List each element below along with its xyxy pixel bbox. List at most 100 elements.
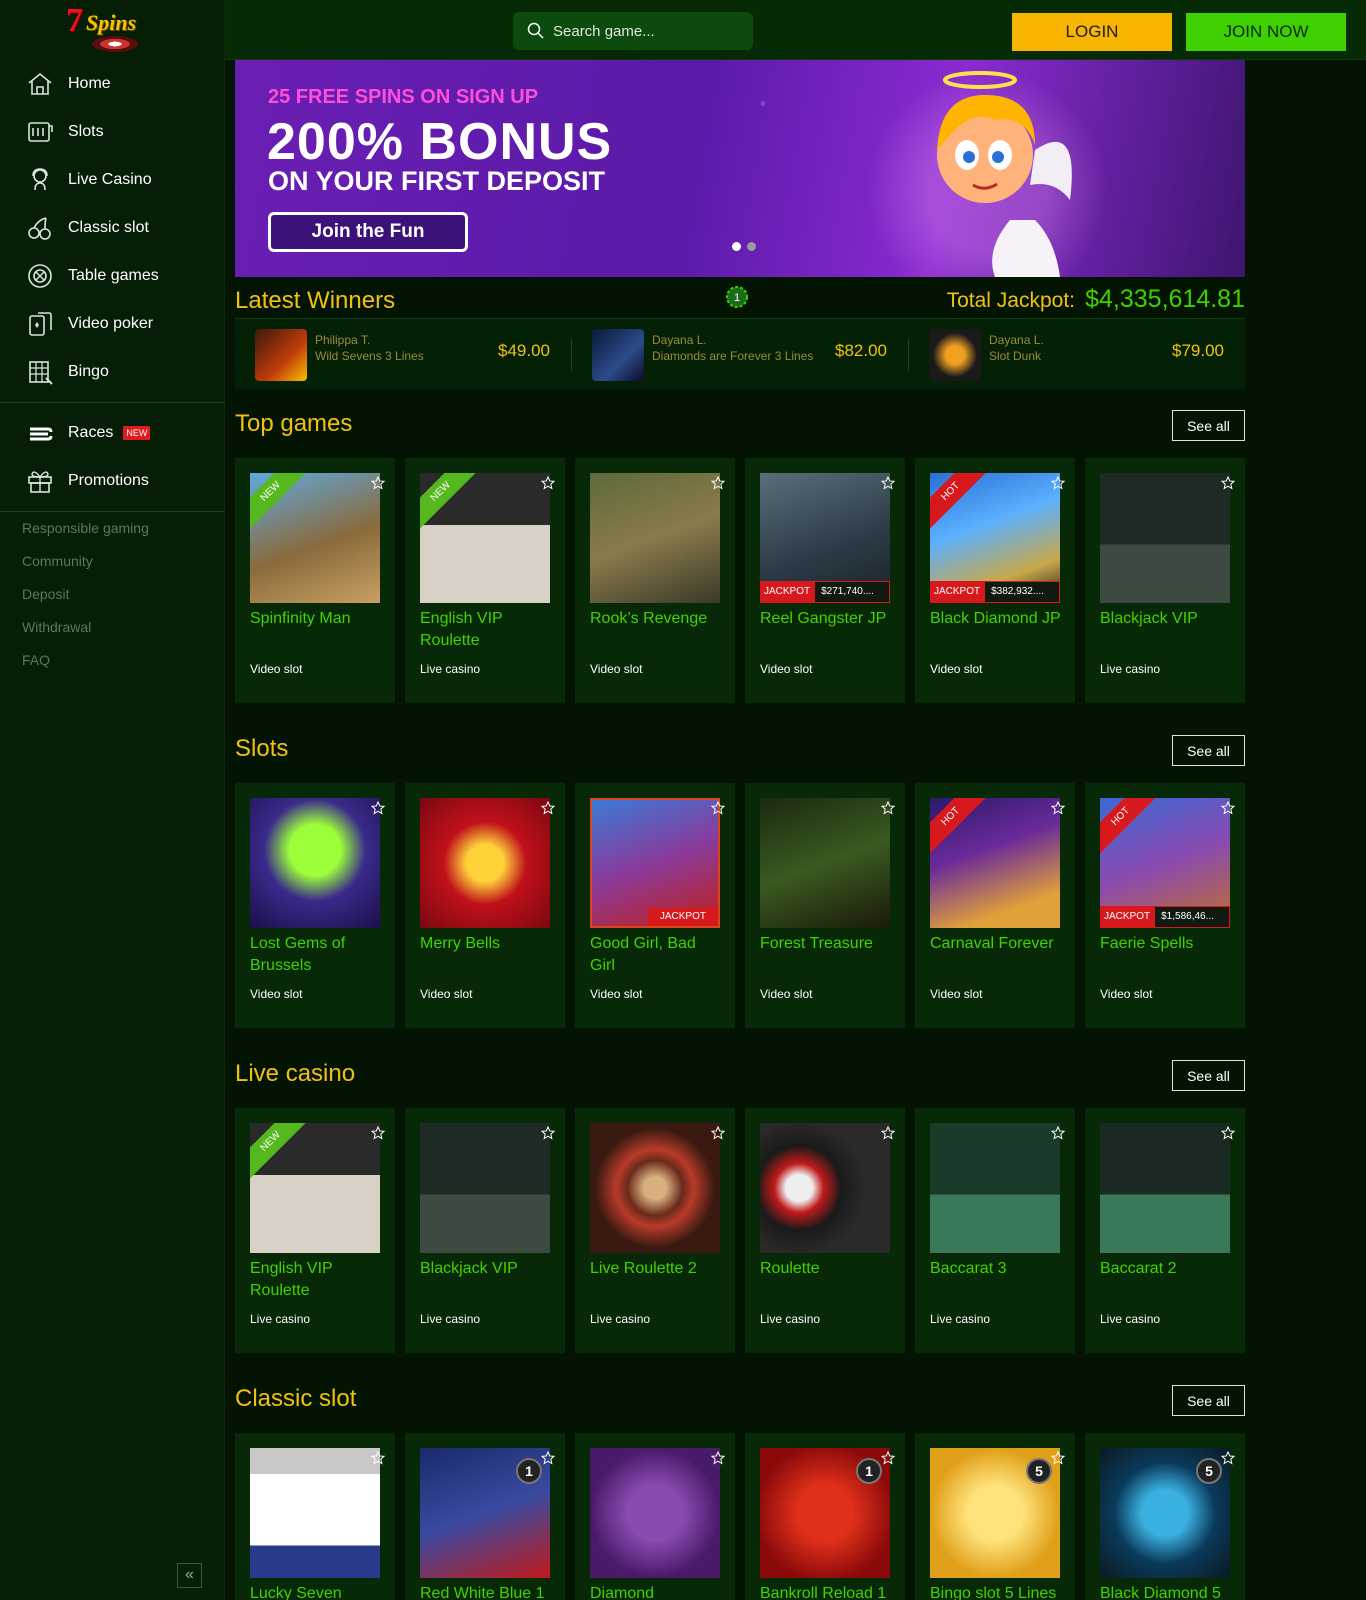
favorite-star-icon[interactable] [1051,1451,1065,1465]
see-all-button[interactable]: See all [1172,1385,1245,1416]
search-input[interactable] [553,22,733,40]
sidebar-item-video-poker[interactable]: Video poker [0,300,225,348]
favorite-star-icon[interactable] [541,801,555,815]
favorite-star-icon[interactable] [1221,1451,1235,1465]
game-category: Video slot [1100,987,1153,1001]
jackpot-label: JACKPOT [930,581,985,603]
carousel-dot[interactable] [747,242,756,251]
new-ribbon: NEW [250,1123,311,1182]
favorite-star-icon[interactable] [371,1451,385,1465]
favorite-star-icon[interactable] [1051,1126,1065,1140]
banner-tagline: ON YOUR FIRST DEPOSIT [268,166,606,196]
link-community[interactable]: Community [22,553,149,569]
login-button[interactable]: LOGIN [1012,13,1172,51]
favorite-star-icon[interactable] [371,476,385,490]
favorite-star-icon[interactable] [1221,1126,1235,1140]
link-responsible-gaming[interactable]: Responsible gaming [22,520,149,536]
sidebar-item-promotions[interactable]: Promotions [0,457,225,505]
carousel-dot-active[interactable] [732,242,741,251]
favorite-star-icon[interactable] [1051,476,1065,490]
game-card[interactable]: Forest Treasure Video slot [745,783,905,1028]
collapse-sidebar-button[interactable]: « [177,1563,202,1588]
favorite-star-icon[interactable] [1051,801,1065,815]
game-card[interactable]: HOT JACKPOT $382,932.... Black Diamond JP… [915,458,1075,703]
favorite-star-icon[interactable] [541,1126,555,1140]
sidebar-item-live-casino[interactable]: Live Casino [0,156,225,204]
game-card[interactable]: Merry Bells Video slot [405,783,565,1028]
game-card[interactable]: NEW English VIP Roulette Live casino [405,458,565,703]
link-deposit[interactable]: Deposit [22,586,149,602]
game-card[interactable]: NEW Spinfinity Man Video slot [235,458,395,703]
favorite-star-icon[interactable] [881,476,895,490]
svg-text:1: 1 [734,292,740,304]
favorite-star-icon[interactable] [541,1451,555,1465]
game-card[interactable]: HOT JACKPOT $1,586,46... Faerie Spells Vi… [1085,783,1245,1028]
game-card[interactable]: Blackjack VIP Live casino [405,1108,565,1353]
game-title: Lost Gems of Brussels [250,935,346,974]
game-card[interactable]: Blackjack VIP Live casino [1085,458,1245,703]
game-card[interactable]: JACKPOT Good Girl, Bad Girl Video slot [575,783,735,1028]
favorite-star-icon[interactable] [371,1126,385,1140]
game-title: Blackjack VIP [1100,610,1198,627]
hot-ribbon: HOT [930,473,991,532]
sidebar-item-label: Promotions [68,472,149,489]
carousel-dots [732,242,756,251]
sidebar-item-table-games[interactable]: Table games [0,252,225,300]
favorite-star-icon[interactable] [881,1126,895,1140]
game-card[interactable]: NEW English VIP Roulette Live casino [235,1108,395,1353]
game-card[interactable]: Baccarat 3 Live casino [915,1108,1075,1353]
game-card[interactable]: JACKPOT $271,740.... Reel Gangster JP Vid… [745,458,905,703]
game-title: Reel Gangster JP [760,610,887,627]
game-category: Video slot [250,987,303,1001]
favorite-star-icon[interactable] [711,1126,725,1140]
search-box[interactable] [513,12,753,50]
favorite-star-icon[interactable] [371,801,385,815]
favorite-star-icon[interactable] [711,801,725,815]
game-card[interactable]: Roulette Live casino [745,1108,905,1353]
join-the-fun-button[interactable]: Join the Fun [268,212,468,252]
game-card[interactable]: 1 Red White Blue 1 [405,1433,565,1600]
game-card[interactable]: Live Roulette 2 Live casino [575,1108,735,1353]
favorite-star-icon[interactable] [1221,476,1235,490]
favorite-star-icon[interactable] [541,476,555,490]
sidebar-item-races[interactable]: Races NEW [0,409,225,457]
slots-icon [28,122,53,142]
promo-banner[interactable]: 25 FREE SPINS ON SIGN UP 200% BONUS ON Y… [235,60,1245,277]
link-faq[interactable]: FAQ [22,652,149,668]
game-card[interactable]: Lucky Seven [235,1433,395,1600]
game-card[interactable]: Baccarat 2 Live casino [1085,1108,1245,1353]
sidebar-item-bingo[interactable]: Bingo [0,348,225,396]
game-card[interactable]: 5 Black Diamond 5 [1085,1433,1245,1600]
winner-item[interactable]: Philippa T. Wild Sevens 3 Lines $49.00 [235,319,572,390]
winner-item[interactable]: Dayana L. Slot Dunk $79.00 [909,319,1246,390]
favorite-star-icon[interactable] [881,801,895,815]
winner-item[interactable]: Dayana L. Diamonds are Forever 3 Lines $… [572,319,909,390]
search-icon [527,22,544,39]
favorite-star-icon[interactable] [1221,801,1235,815]
game-title: Bingo slot 5 Lines [930,1585,1057,1600]
winner-name: Philippa T. [315,333,371,347]
game-category: Video slot [930,987,983,1001]
sidebar-item-home[interactable]: Home [0,60,225,108]
sidebar-item-classic-slot[interactable]: Classic slot [0,204,225,252]
game-card[interactable]: 5 Bingo slot 5 Lines [915,1433,1075,1600]
see-all-button[interactable]: See all [1172,410,1245,441]
game-card[interactable]: Diamond [575,1433,735,1600]
see-all-button[interactable]: See all [1172,1060,1245,1091]
see-all-button[interactable]: See all [1172,735,1245,766]
favorite-star-icon[interactable] [711,476,725,490]
site-logo[interactable]: 7 Spins [64,2,154,54]
hot-ribbon: HOT [1100,798,1161,857]
sidebar-item-slots[interactable]: Slots [0,108,225,156]
game-card[interactable]: HOT Carnaval Forever Video slot [915,783,1075,1028]
game-card[interactable]: Rook’s Revenge Video slot [575,458,735,703]
game-card[interactable]: Lost Gems of Brussels Video slot [235,783,395,1028]
favorite-star-icon[interactable] [711,1451,725,1465]
link-withdrawal[interactable]: Withdrawal [22,619,149,635]
game-card[interactable]: 1 Bankroll Reload 1 [745,1433,905,1600]
favorite-star-icon[interactable] [881,1451,895,1465]
logo-word: Spins [86,10,137,35]
join-now-button[interactable]: JOIN NOW [1186,13,1346,51]
logo-wheel-icon [92,36,138,52]
banner-subtitle: 25 FREE SPINS ON SIGN UP [268,86,539,108]
